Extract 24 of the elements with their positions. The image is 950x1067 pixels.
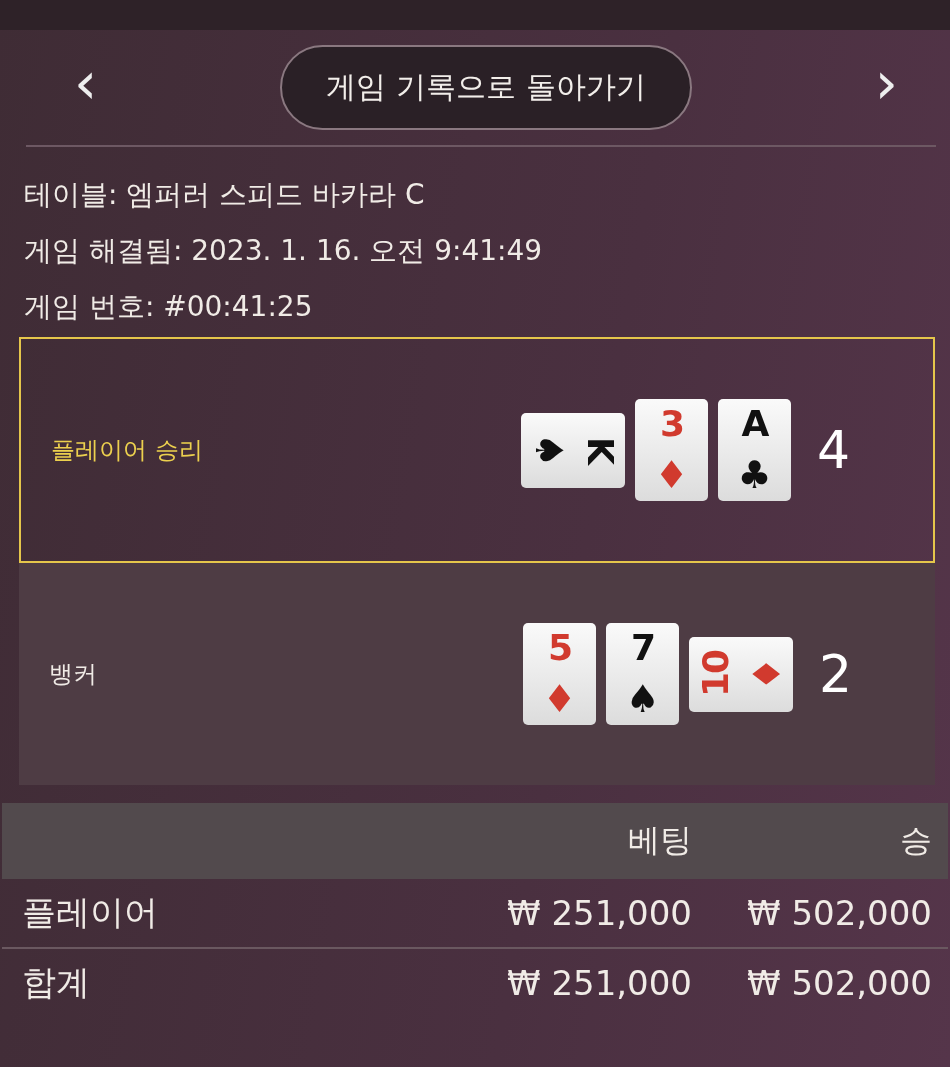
hand-label: 뱅커: [49, 659, 98, 690]
table-cell-text: 합계: [22, 961, 91, 1004]
next-button[interactable]: ›: [866, 53, 906, 112]
hand-label: 플레이어 승리: [51, 435, 204, 466]
playing-card: 5 ♦: [523, 623, 596, 725]
hand-score: 2: [819, 644, 854, 704]
playing-card: K ♠: [521, 412, 625, 488]
table-cell-text: ₩ 502,000: [745, 963, 932, 1003]
playing-card: 7 ♠: [606, 623, 679, 725]
playing-card: A ♣: [718, 399, 791, 501]
info-line: 게임 해결됨: 2023. 1. 16. 오전 9:41:49: [24, 233, 544, 269]
column-header: 베팅: [627, 820, 692, 861]
table-cell-text: 플레이어: [22, 891, 159, 934]
hand-score: 4: [817, 420, 852, 480]
previous-button[interactable]: ‹: [66, 53, 106, 112]
info-line: 테이블: 엠퍼러 스피드 바카라 C: [24, 177, 426, 213]
playing-card: 3 ♦: [635, 399, 708, 501]
column-header: 승: [899, 820, 932, 861]
table-cell-text: ₩ 251,000: [505, 893, 692, 933]
back-to-history-button[interactable]: 게임 기록으로 돌아가기: [280, 45, 692, 130]
table-cell-text: ₩ 502,000: [745, 893, 932, 933]
table-cell-text: ₩ 251,000: [505, 963, 692, 1003]
playing-card: 10 ♦: [689, 636, 793, 712]
info-line: 게임 번호: #00:41:25: [24, 289, 314, 325]
